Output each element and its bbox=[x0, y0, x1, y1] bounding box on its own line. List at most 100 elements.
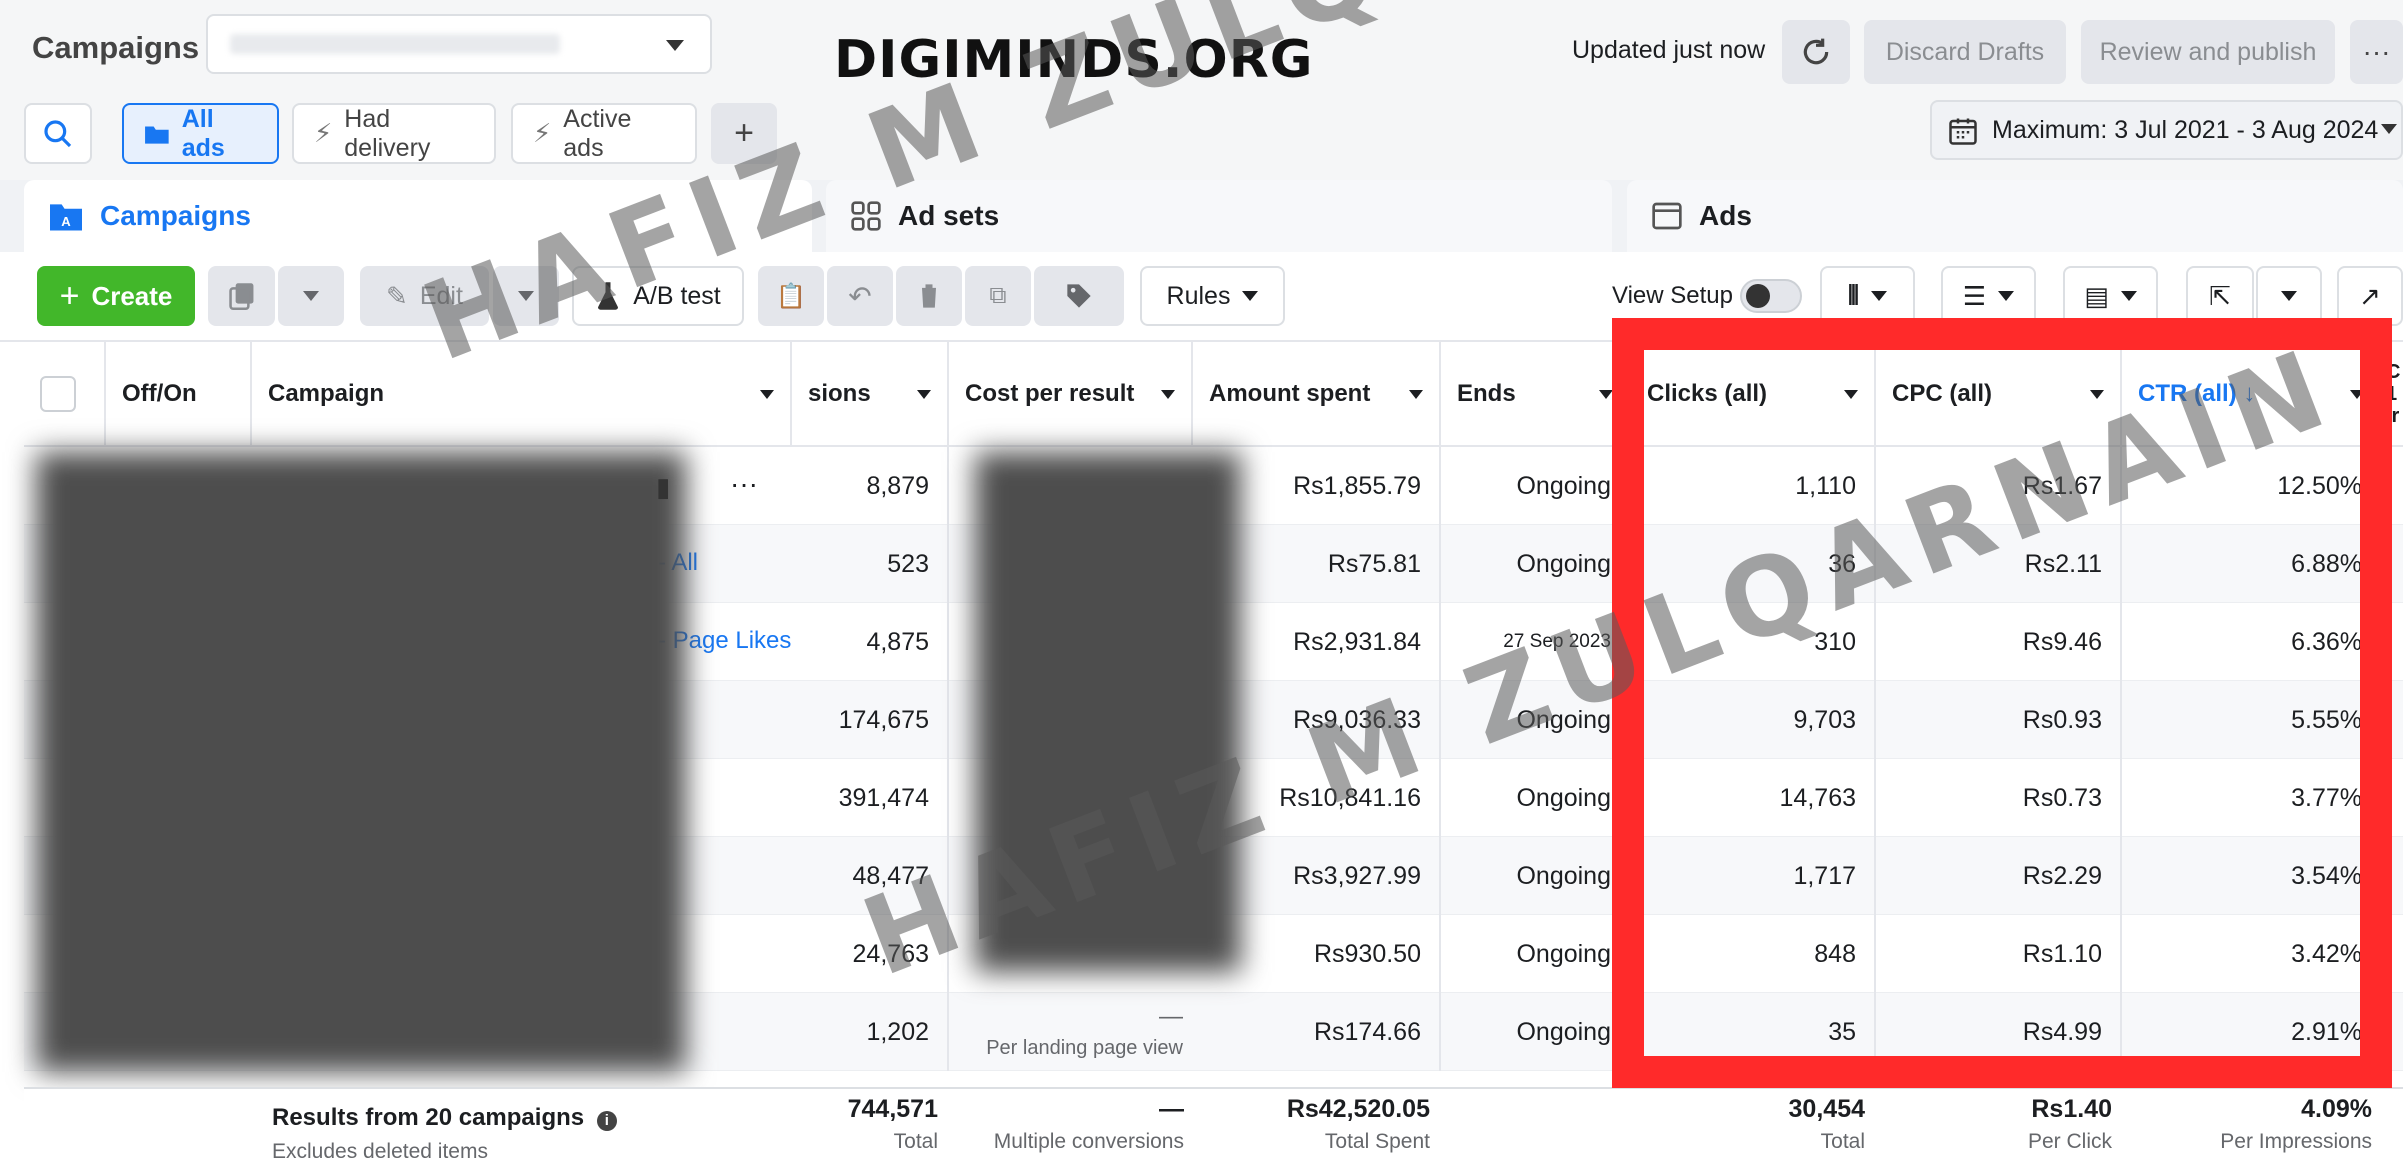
cell-cpc: Rs0.73 bbox=[1876, 759, 2122, 837]
duplicate-icon bbox=[228, 283, 253, 310]
cell-impressions: 4,875 bbox=[792, 603, 949, 681]
summary-impressions: 744,571 Total bbox=[847, 1095, 938, 1153]
cell-cpc: Rs4.99 bbox=[1876, 993, 2122, 1071]
create-button[interactable]: + Create bbox=[37, 266, 195, 326]
col-extra[interactable]: C 1 ir bbox=[2382, 342, 2403, 447]
col-off-on[interactable]: Off/On bbox=[106, 342, 252, 447]
create-label: Create bbox=[91, 280, 173, 311]
rules-button[interactable]: Rules bbox=[1140, 266, 1285, 326]
edit-label: Edit bbox=[419, 281, 463, 310]
sort-icon bbox=[1161, 390, 1175, 399]
col-amount-spent[interactable]: Amount spent bbox=[1193, 342, 1441, 447]
view-setup-toggle[interactable] bbox=[1740, 279, 1802, 313]
row-more-icon[interactable]: ··· bbox=[730, 468, 758, 500]
undo-button[interactable]: ↶ bbox=[827, 266, 893, 326]
cell-ctr: 12.50% bbox=[2122, 447, 2382, 525]
cell-clicks: 310 bbox=[1631, 603, 1876, 681]
discard-drafts-button[interactable]: Discard Drafts bbox=[1864, 20, 2066, 84]
sort-icon bbox=[917, 390, 931, 399]
summary-clicks: 30,454 Total bbox=[1788, 1095, 1865, 1153]
col-cost-per-result[interactable]: Cost per result bbox=[949, 342, 1193, 447]
edit-dropdown[interactable] bbox=[493, 266, 559, 326]
sort-icon bbox=[2350, 390, 2364, 399]
cell-ends: Ongoing bbox=[1441, 447, 1631, 525]
cell-clicks: 14,763 bbox=[1631, 759, 1876, 837]
col-cost-per-result-label: Cost per result bbox=[965, 379, 1135, 407]
cell-ctr: 6.36% bbox=[2122, 603, 2382, 681]
add-filter-button[interactable]: + bbox=[711, 103, 777, 164]
cell-ctr: 2.91% bbox=[2122, 993, 2382, 1071]
preview-button[interactable]: ⧉ bbox=[965, 266, 1031, 326]
cell-ends: Ongoing bbox=[1441, 759, 1631, 837]
cell-impressions: 48,477 bbox=[792, 837, 949, 915]
col-impressions[interactable]: sions bbox=[792, 342, 949, 447]
date-range-label: Maximum: 3 Jul 2021 - 3 Aug 2024 bbox=[1992, 115, 2379, 144]
tab-ads[interactable]: Ads bbox=[1627, 180, 2403, 252]
ab-test-label: A/B test bbox=[633, 281, 721, 310]
col-clicks[interactable]: Clicks (all) bbox=[1631, 342, 1876, 447]
plus-icon: + bbox=[59, 276, 80, 315]
col-ends[interactable]: Ends bbox=[1441, 342, 1631, 447]
filter-had-delivery[interactable]: ⚡ Had delivery bbox=[292, 103, 496, 164]
excludes-text: Excludes deleted items bbox=[272, 1140, 488, 1163]
filter-active-ads[interactable]: ⚡ Active ads bbox=[511, 103, 697, 164]
duplicate-button[interactable] bbox=[208, 266, 275, 326]
insights-icon[interactable]: ▮ bbox=[656, 472, 670, 503]
ab-test-button[interactable]: A/B test bbox=[572, 266, 744, 326]
duplicate-dropdown[interactable] bbox=[278, 266, 344, 326]
col-cpc-label: CPC (all) bbox=[1892, 379, 1993, 407]
cell-ends: Ongoing bbox=[1441, 837, 1631, 915]
col-ctr[interactable]: CTR (all) ↓ bbox=[2122, 342, 2382, 447]
sort-icon bbox=[2090, 390, 2104, 399]
clipboard-button[interactable]: 📋 bbox=[758, 266, 824, 326]
pencil-icon: ✎ bbox=[386, 280, 408, 311]
charts-button[interactable]: ↗ bbox=[2337, 266, 2403, 326]
export-button[interactable]: ⇱ bbox=[2186, 266, 2254, 326]
chevron-down-icon bbox=[518, 291, 534, 301]
chevron-down-icon bbox=[1870, 291, 1887, 301]
account-selector[interactable] bbox=[206, 14, 712, 74]
tag-icon bbox=[1067, 284, 1091, 308]
chevron-down-icon bbox=[303, 291, 319, 301]
filter-active-ads-label: Active ads bbox=[563, 104, 632, 162]
filter-all-ads[interactable]: All ads bbox=[122, 103, 279, 164]
more-options-button[interactable]: ··· bbox=[2350, 20, 2403, 84]
clipboard-icon: 📋 bbox=[776, 282, 806, 310]
col-cpc[interactable]: CPC (all) bbox=[1876, 342, 2122, 447]
grid-icon bbox=[851, 201, 881, 231]
page-title: Campaigns bbox=[32, 30, 200, 65]
date-range-picker[interactable]: Maximum: 3 Jul 2021 - 3 Aug 2024 bbox=[1930, 100, 2403, 160]
refresh-button[interactable] bbox=[1782, 20, 1850, 84]
flask-icon bbox=[598, 282, 619, 310]
cell-impressions: 24,763 bbox=[792, 915, 949, 993]
reports-button[interactable]: ▤ bbox=[2063, 266, 2158, 326]
select-all-checkbox[interactable] bbox=[40, 375, 76, 412]
cell-clicks: 35 bbox=[1631, 993, 1876, 1071]
breakdown-button[interactable]: ☰ bbox=[1941, 266, 2036, 326]
tab-ad-sets[interactable]: Ad sets bbox=[826, 180, 1612, 252]
updated-status: Updated just now bbox=[1572, 36, 1766, 64]
col-ctr-label: CTR (all) ↓ bbox=[2138, 379, 2256, 407]
undo-icon: ↶ bbox=[848, 280, 872, 312]
chevron-down-icon bbox=[2381, 124, 2397, 134]
select-all-cell bbox=[24, 342, 106, 447]
cell-ends: Ongoing bbox=[1441, 681, 1631, 759]
review-publish-button[interactable]: Review and publish bbox=[2081, 20, 2335, 84]
columns-button[interactable]: ⫴ bbox=[1820, 266, 1915, 326]
col-campaign-label: Campaign bbox=[268, 379, 385, 407]
export-dropdown[interactable] bbox=[2256, 266, 2322, 326]
search-button[interactable] bbox=[24, 103, 92, 164]
cell-clicks: 1,110 bbox=[1631, 447, 1876, 525]
col-campaign[interactable]: Campaign bbox=[252, 342, 792, 447]
chevron-down-icon bbox=[1998, 291, 2015, 301]
cell-cost-per-result-sub: Per landing page view bbox=[986, 1037, 1183, 1059]
summary-cpc: Rs1.40 Per Click bbox=[2027, 1095, 2112, 1153]
tag-button[interactable] bbox=[1034, 266, 1124, 326]
tab-campaigns[interactable]: A Campaigns bbox=[24, 180, 812, 252]
edit-button[interactable]: ✎ Edit bbox=[360, 266, 489, 326]
info-icon[interactable]: i bbox=[596, 1111, 617, 1131]
tab-ad-sets-label: Ad sets bbox=[898, 200, 1000, 231]
cell-clicks: 1,717 bbox=[1631, 837, 1876, 915]
delete-button[interactable] bbox=[896, 266, 962, 326]
trash-icon bbox=[919, 284, 939, 308]
